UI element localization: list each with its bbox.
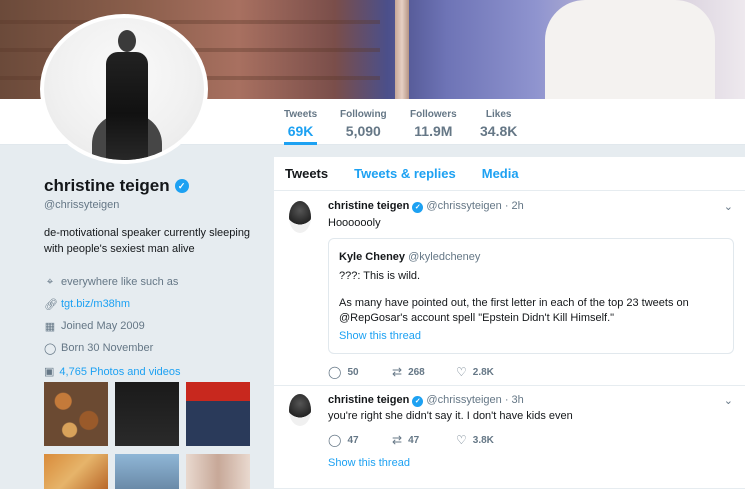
like-count: 2.8K bbox=[472, 366, 494, 378]
chevron-down-icon[interactable]: ⌄ bbox=[724, 394, 733, 407]
tweet-text: you're right she didn't say it. I don't … bbox=[328, 410, 573, 422]
calendar-icon: ▦ bbox=[44, 320, 56, 333]
profile-avatar[interactable] bbox=[40, 14, 208, 164]
tweet[interactable]: christine teigen ✓ @chrissyteigen · 2h ⌄… bbox=[274, 191, 745, 386]
banner-decor bbox=[395, 0, 409, 99]
profile-born: ◯ Born 30 November bbox=[44, 337, 259, 359]
reply-button[interactable]: ◯ 50 bbox=[328, 365, 392, 379]
heart-icon: ♡ bbox=[456, 365, 467, 379]
reply-count: 47 bbox=[347, 434, 359, 446]
banner-figure bbox=[545, 0, 715, 99]
photos-videos-link[interactable]: ▣ 4,765 Photos and videos bbox=[44, 365, 259, 379]
tweet-meta: @chrissyteigen · 2h bbox=[426, 200, 524, 212]
tab-tweets[interactable]: Tweets bbox=[285, 166, 328, 181]
profile-card: christine teigen ✓ @chrissyteigen de-mot… bbox=[44, 176, 259, 378]
retweet-count: 268 bbox=[408, 366, 425, 378]
tweet-meta: @chrissyteigen · 3h bbox=[426, 394, 524, 406]
reply-icon: ◯ bbox=[328, 365, 342, 379]
stat-value: 69K bbox=[287, 123, 314, 139]
reply-button[interactable]: ◯ 47 bbox=[328, 433, 392, 447]
stat-value: 11.9M bbox=[414, 123, 453, 139]
show-thread-link[interactable]: Show this thread bbox=[328, 457, 410, 469]
stat-value: 34.8K bbox=[480, 123, 518, 139]
media-thumbnail[interactable] bbox=[186, 454, 250, 489]
profile-name[interactable]: christine teigen bbox=[44, 176, 170, 196]
profile-url[interactable]: 🔗︎ tgt.biz/m38hm bbox=[44, 293, 259, 315]
quoted-author-handle: @kyledcheney bbox=[408, 251, 481, 263]
like-button[interactable]: ♡ 3.8K bbox=[456, 433, 520, 447]
quoted-author-name: Kyle Cheney bbox=[339, 251, 406, 263]
avatar-photo bbox=[118, 30, 136, 52]
stat-likes[interactable]: Likes 34.8K bbox=[480, 109, 517, 139]
location-pin-icon: ⌖ bbox=[46, 275, 54, 288]
quoted-tweet-text: As many have pointed out, the first lett… bbox=[339, 297, 689, 324]
verified-badge-icon: ✓ bbox=[412, 202, 424, 213]
media-thumbnail[interactable] bbox=[115, 454, 179, 489]
tweet-header: christine teigen ✓ @chrissyteigen · 3h bbox=[328, 394, 524, 407]
media-thumbnail[interactable] bbox=[44, 454, 108, 489]
quoted-tweet-header: Kyle Cheney @kyledcheney bbox=[339, 251, 723, 263]
tweet-avatar[interactable] bbox=[289, 394, 311, 426]
heart-icon: ♡ bbox=[456, 433, 467, 447]
quoted-tweet-text: ???: This is wild. bbox=[339, 270, 421, 282]
stat-following[interactable]: Following 5,090 bbox=[340, 109, 387, 139]
tweet-text: Hooooooly bbox=[328, 217, 381, 229]
tweet-avatar[interactable] bbox=[289, 201, 311, 233]
tweet-actions: ◯ 50 ⇄ 268 ♡ 2.8K bbox=[328, 365, 520, 379]
url-text[interactable]: tgt.biz/m38hm bbox=[61, 298, 130, 310]
media-thumbnail[interactable] bbox=[44, 382, 108, 446]
born-text: Born 30 November bbox=[61, 342, 154, 354]
avatar-photo bbox=[106, 52, 148, 160]
timeline-tabs: Tweets Tweets & replies Media bbox=[274, 157, 745, 191]
stat-tweets[interactable]: Tweets 69K bbox=[284, 109, 318, 145]
quoted-tweet[interactable]: Kyle Cheney @kyledcheney ???: This is wi… bbox=[328, 238, 734, 354]
profile-name-row: christine teigen ✓ bbox=[44, 176, 259, 196]
link-icon: 🔗︎ bbox=[44, 298, 58, 311]
retweet-count: 47 bbox=[408, 434, 420, 446]
profile-location: ⌖ everywhere like such as bbox=[44, 271, 259, 293]
tweet[interactable]: christine teigen ✓ @chrissyteigen · 3h ⌄… bbox=[274, 386, 745, 489]
retweet-icon: ⇄ bbox=[392, 433, 403, 447]
retweet-icon: ⇄ bbox=[392, 365, 403, 379]
verified-badge-icon: ✓ bbox=[412, 396, 424, 407]
tweet-header: christine teigen ✓ @chrissyteigen · 2h bbox=[328, 200, 524, 213]
media-thumbnail[interactable] bbox=[115, 382, 179, 446]
like-button[interactable]: ♡ 2.8K bbox=[456, 365, 520, 379]
image-icon: ▣ bbox=[44, 366, 55, 378]
stat-label: Followers bbox=[410, 109, 457, 120]
balloon-icon: ◯ bbox=[44, 342, 57, 355]
profile-joined: ▦ Joined May 2009 bbox=[44, 315, 259, 337]
media-thumbnail[interactable] bbox=[186, 382, 250, 446]
profile-meta: ⌖ everywhere like such as 🔗︎ tgt.biz/m38… bbox=[44, 271, 259, 359]
reply-icon: ◯ bbox=[328, 433, 342, 447]
location-text: everywhere like such as bbox=[61, 276, 179, 288]
like-count: 3.8K bbox=[472, 434, 494, 446]
tab-media[interactable]: Media bbox=[482, 166, 519, 181]
stat-label: Likes bbox=[485, 109, 512, 120]
reply-count: 50 bbox=[347, 366, 359, 378]
joined-text: Joined May 2009 bbox=[61, 320, 145, 332]
photos-videos-text[interactable]: 4,765 Photos and videos bbox=[59, 366, 180, 378]
profile-bio: de-motivational speaker currently sleepi… bbox=[44, 227, 251, 255]
stat-label: Tweets bbox=[284, 109, 318, 120]
verified-badge-icon: ✓ bbox=[174, 179, 189, 193]
timeline: Tweets Tweets & replies Media christine … bbox=[274, 157, 745, 489]
tweet-author-name[interactable]: christine teigen bbox=[328, 394, 409, 406]
tweet-author-name[interactable]: christine teigen bbox=[328, 200, 409, 212]
tab-tweets-replies[interactable]: Tweets & replies bbox=[354, 166, 456, 181]
retweet-button[interactable]: ⇄ 47 bbox=[392, 433, 456, 447]
stat-followers[interactable]: Followers 11.9M bbox=[410, 109, 457, 139]
profile-handle[interactable]: @chrissyteigen bbox=[44, 199, 259, 211]
retweet-button[interactable]: ⇄ 268 bbox=[392, 365, 456, 379]
tweet-actions: ◯ 47 ⇄ 47 ♡ 3.8K bbox=[328, 433, 520, 447]
stat-label: Following bbox=[340, 109, 387, 120]
stat-value: 5,090 bbox=[345, 123, 381, 139]
chevron-down-icon[interactable]: ⌄ bbox=[724, 200, 733, 213]
show-thread-link[interactable]: Show this thread bbox=[339, 330, 723, 342]
